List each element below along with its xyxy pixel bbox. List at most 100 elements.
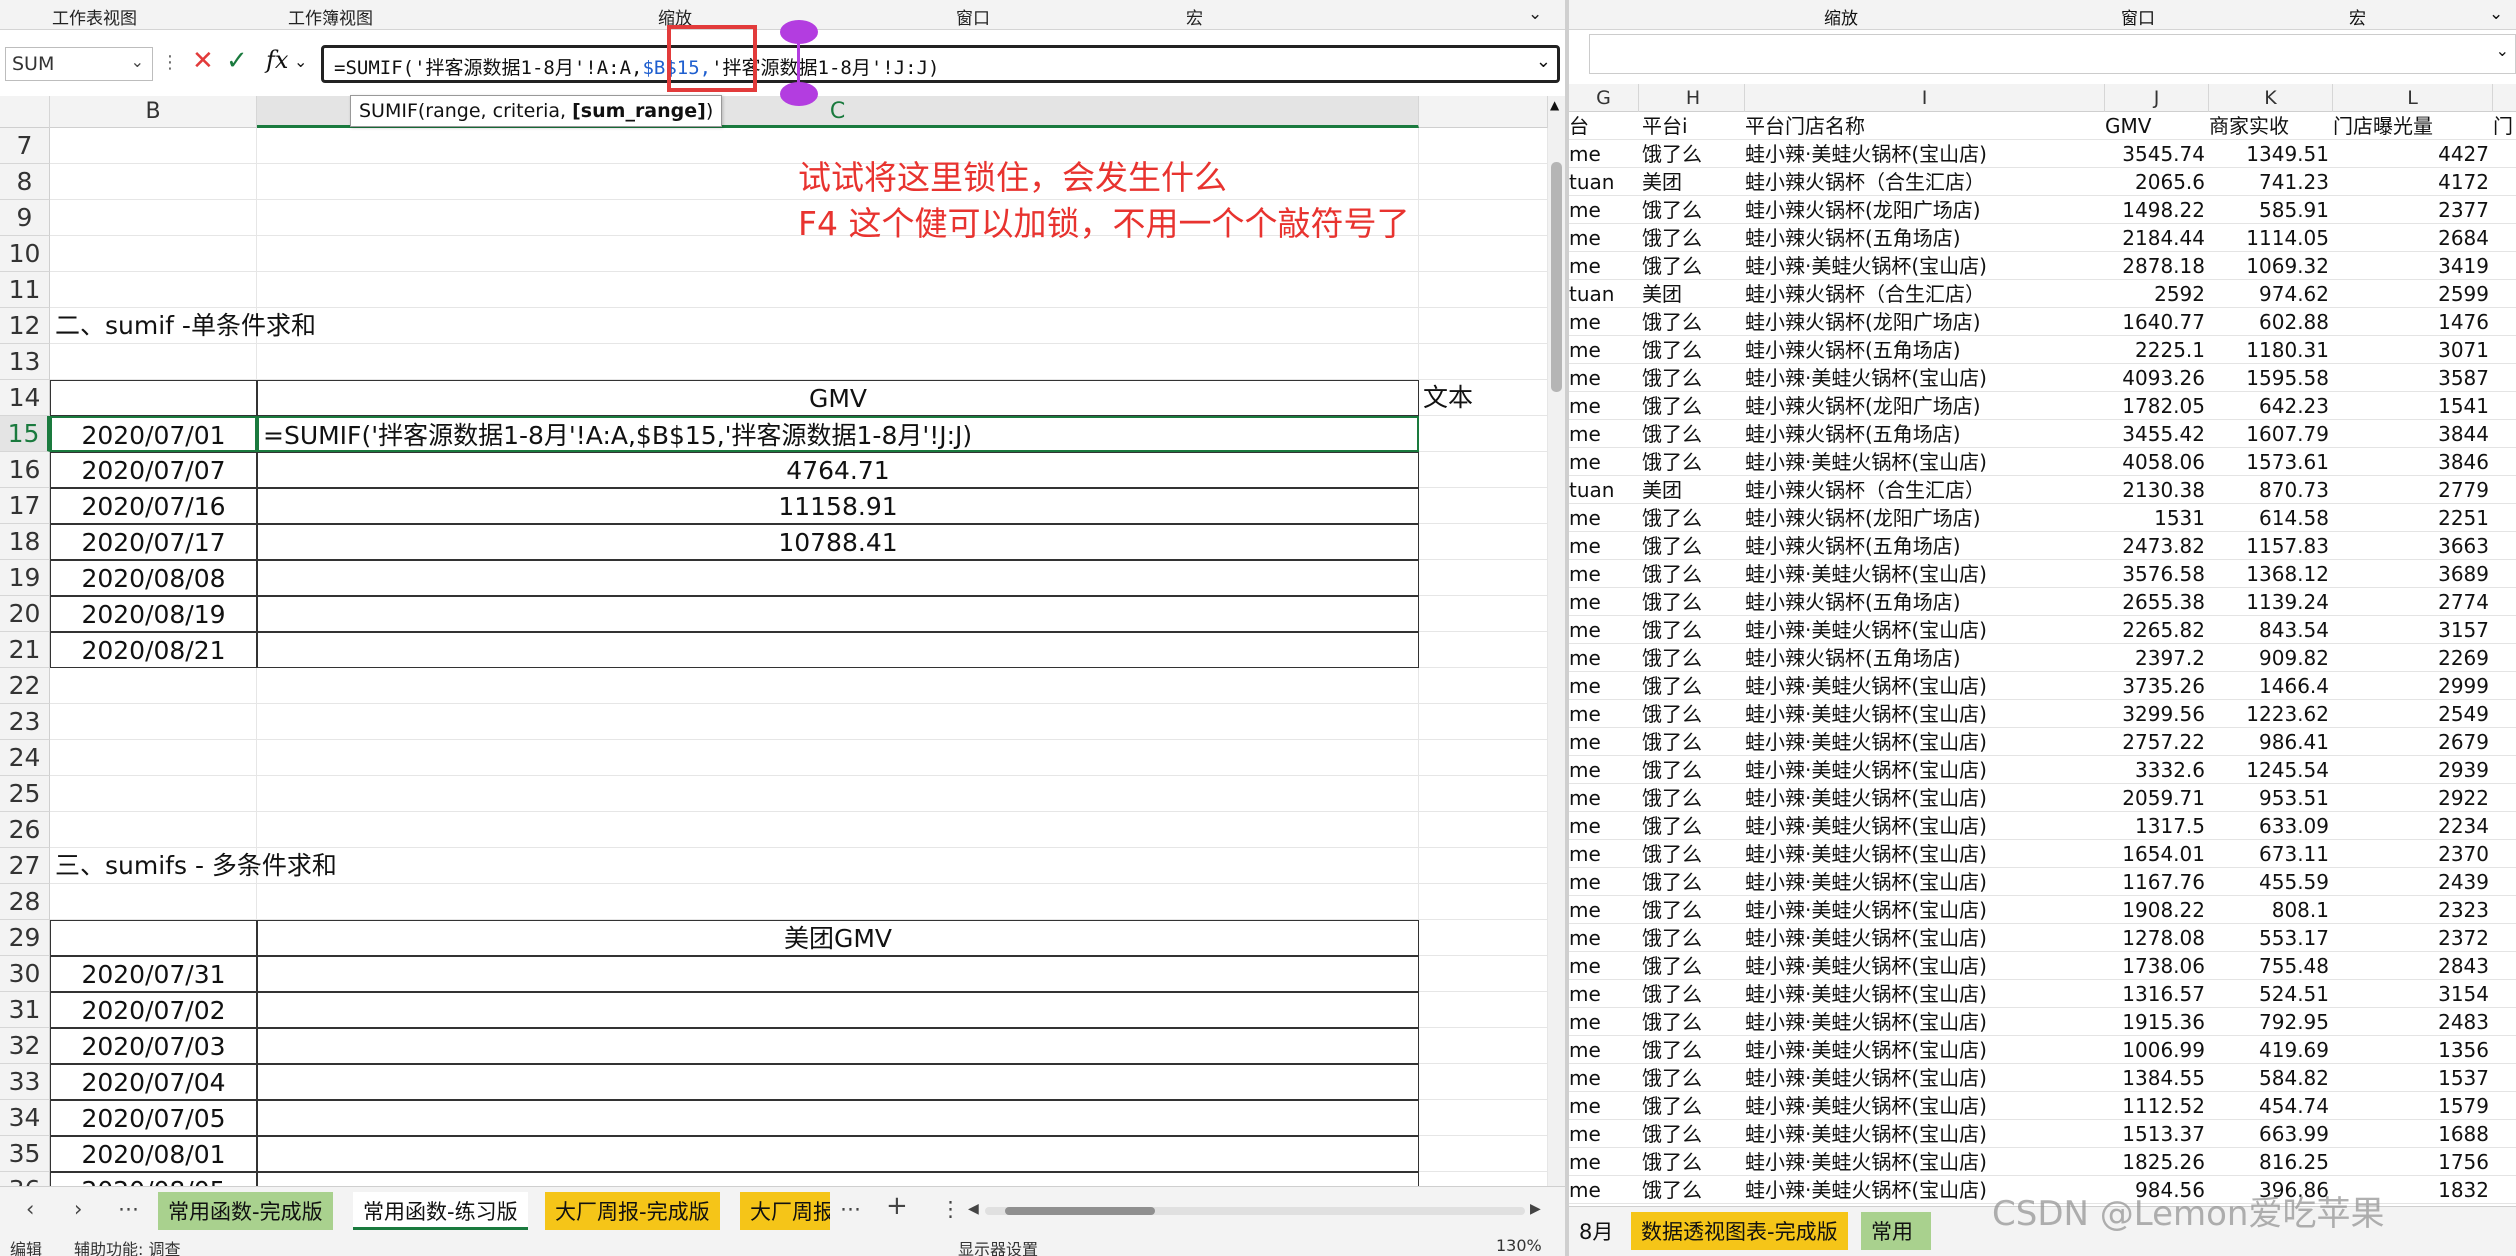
cell-c[interactable] bbox=[257, 740, 1419, 776]
cell-b[interactable] bbox=[50, 740, 257, 776]
cell-b[interactable]: 2020/08/21 bbox=[50, 632, 257, 668]
row-header[interactable]: 29 bbox=[0, 920, 50, 956]
data-cell[interactable]: 饿了么 bbox=[1642, 672, 1745, 700]
cell-d[interactable] bbox=[1419, 884, 1548, 920]
cell-c[interactable] bbox=[257, 848, 1419, 884]
select-all-corner[interactable] bbox=[0, 96, 50, 128]
data-cell[interactable]: 蛙小辣·美蛙火锅杯(宝山店) bbox=[1745, 952, 2105, 980]
data-cell[interactable]: 419.69 bbox=[2209, 1036, 2333, 1064]
cell-d[interactable] bbox=[1419, 1172, 1548, 1186]
cell-b[interactable]: 2020/07/17 bbox=[50, 524, 257, 560]
data-cell[interactable]: 饿了么 bbox=[1642, 700, 1745, 728]
right-header-cell[interactable]: 平台门店名称 bbox=[1745, 112, 2105, 140]
data-cell[interactable]: 蛙小辣·美蛙火锅杯(宝山店) bbox=[1745, 868, 2105, 896]
data-cell[interactable]: 2774 bbox=[2333, 588, 2493, 616]
cell-b[interactable] bbox=[50, 200, 257, 236]
row-header[interactable]: 18 bbox=[0, 524, 50, 560]
data-cell[interactable]: 饿了么 bbox=[1642, 196, 1745, 224]
fx-chevron-icon[interactable]: ⌄ bbox=[294, 52, 307, 71]
data-cell[interactable]: tuan bbox=[1569, 168, 1639, 196]
cell-b[interactable]: 2020/07/07 bbox=[50, 452, 257, 488]
data-cell[interactable]: me bbox=[1569, 196, 1639, 224]
cell-b[interactable] bbox=[50, 776, 257, 812]
cell-d[interactable] bbox=[1419, 236, 1548, 272]
data-cell[interactable]: 蛙小辣火锅杯(五角场店) bbox=[1745, 532, 2105, 560]
vertical-scrollbar[interactable]: ▲ bbox=[1548, 96, 1565, 1186]
hscroll-thumb[interactable] bbox=[1005, 1207, 1155, 1215]
data-cell[interactable]: 909.82 bbox=[2209, 644, 2333, 672]
cell-d[interactable]: 文本 bbox=[1419, 380, 1548, 416]
data-cell[interactable]: 蛙小辣·美蛙火锅杯(宝山店) bbox=[1745, 140, 2105, 168]
data-cell[interactable]: 1498.22 bbox=[2105, 196, 2209, 224]
more-sheets-icon[interactable]: ⋯ bbox=[118, 1197, 139, 1221]
data-cell[interactable]: 1825.26 bbox=[2105, 1148, 2209, 1176]
cell-d[interactable] bbox=[1419, 1136, 1548, 1172]
row-header[interactable]: 8 bbox=[0, 164, 50, 200]
tab-weekly-report-done[interactable]: 大厂周报-完成版 bbox=[545, 1192, 720, 1230]
data-cell[interactable]: 1112.52 bbox=[2105, 1092, 2209, 1120]
data-cell[interactable]: 1573.61 bbox=[2209, 448, 2333, 476]
cell-c[interactable] bbox=[257, 560, 1419, 596]
row-header[interactable]: 17 bbox=[0, 488, 50, 524]
cancel-icon[interactable]: ✕ bbox=[192, 46, 214, 76]
data-cell[interactable]: me bbox=[1569, 812, 1639, 840]
data-cell[interactable]: 816.25 bbox=[2209, 1148, 2333, 1176]
data-cell[interactable]: 1915.36 bbox=[2105, 1008, 2209, 1036]
row-header[interactable]: 9 bbox=[0, 200, 50, 236]
cell-b[interactable] bbox=[50, 704, 257, 740]
cell-b[interactable] bbox=[50, 668, 257, 704]
data-cell[interactable]: 饿了么 bbox=[1642, 140, 1745, 168]
data-cell[interactable]: 饿了么 bbox=[1642, 980, 1745, 1008]
data-cell[interactable]: 饿了么 bbox=[1642, 644, 1745, 672]
data-cell[interactable]: 蛙小辣火锅杯(龙阳广场店) bbox=[1745, 308, 2105, 336]
data-cell[interactable]: 蛙小辣·美蛙火锅杯(宝山店) bbox=[1745, 560, 2105, 588]
cell-c[interactable]: =SUMIF('拌客源数据1-8月'!A:A,$B$15,'拌客源数据1-8月'… bbox=[257, 416, 1419, 452]
data-cell[interactable]: 蛙小辣·美蛙火锅杯(宝山店) bbox=[1745, 1148, 2105, 1176]
cell-b[interactable] bbox=[50, 164, 257, 200]
data-cell[interactable]: 1317.5 bbox=[2105, 812, 2209, 840]
row-header[interactable]: 26 bbox=[0, 812, 50, 848]
right-header-cell[interactable]: 门 bbox=[2493, 112, 2516, 140]
cell-b[interactable] bbox=[50, 236, 257, 272]
cell-b[interactable] bbox=[50, 920, 257, 956]
cell-b[interactable]: 三、sumifs - 多条件求和 bbox=[50, 848, 337, 884]
tab-options-icon[interactable]: ⋮ bbox=[940, 1197, 961, 1221]
data-cell[interactable]: 饿了么 bbox=[1642, 364, 1745, 392]
cell-b[interactable]: 2020/07/03 bbox=[50, 1028, 257, 1064]
data-cell[interactable]: 1180.31 bbox=[2209, 336, 2333, 364]
right-ribbon-zoom[interactable]: 缩放 bbox=[1824, 4, 1858, 29]
cell-c[interactable]: GMV bbox=[257, 380, 1419, 416]
cell-c[interactable] bbox=[257, 1136, 1419, 1172]
right-ribbon-macro[interactable]: 宏 bbox=[2349, 4, 2366, 29]
right-tab-common[interactable]: 常用 bbox=[1861, 1212, 1931, 1250]
cell-c[interactable] bbox=[257, 1100, 1419, 1136]
data-cell[interactable]: 蛙小辣火锅杯(五角场店) bbox=[1745, 224, 2105, 252]
data-cell[interactable]: 633.09 bbox=[2209, 812, 2333, 840]
data-cell[interactable]: 3154 bbox=[2333, 980, 2493, 1008]
cell-c[interactable] bbox=[257, 632, 1419, 668]
data-cell[interactable]: 蛙小辣·美蛙火锅杯(宝山店) bbox=[1745, 924, 2105, 952]
data-cell[interactable]: 3735.26 bbox=[2105, 672, 2209, 700]
data-cell[interactable]: 2323 bbox=[2333, 896, 2493, 924]
data-cell[interactable]: 1466.4 bbox=[2209, 672, 2333, 700]
right-tab-pivot-done[interactable]: 数据透视图表-完成版 bbox=[1631, 1212, 1848, 1250]
data-cell[interactable]: 2059.71 bbox=[2105, 784, 2209, 812]
cell-d[interactable] bbox=[1419, 488, 1548, 524]
cell-c[interactable] bbox=[257, 992, 1419, 1028]
data-cell[interactable]: me bbox=[1569, 784, 1639, 812]
cell-b[interactable]: 2020/07/31 bbox=[50, 956, 257, 992]
data-cell[interactable]: 4172 bbox=[2333, 168, 2493, 196]
insert-function-icon[interactable]: fx bbox=[266, 46, 288, 74]
data-cell[interactable]: tuan bbox=[1569, 476, 1639, 504]
cell-b[interactable] bbox=[50, 344, 257, 380]
column-header-h[interactable]: H bbox=[1642, 84, 1745, 112]
data-cell[interactable]: me bbox=[1569, 672, 1639, 700]
row-header[interactable]: 34 bbox=[0, 1100, 50, 1136]
data-cell[interactable]: me bbox=[1569, 1008, 1639, 1036]
cell-c[interactable]: 11158.91 bbox=[257, 488, 1419, 524]
data-cell[interactable]: 2269 bbox=[2333, 644, 2493, 672]
tab-common-functions-done[interactable]: 常用函数-完成版 bbox=[158, 1192, 333, 1230]
cell-c[interactable] bbox=[257, 704, 1419, 740]
data-cell[interactable]: 524.51 bbox=[2209, 980, 2333, 1008]
data-cell[interactable]: 553.17 bbox=[2209, 924, 2333, 952]
